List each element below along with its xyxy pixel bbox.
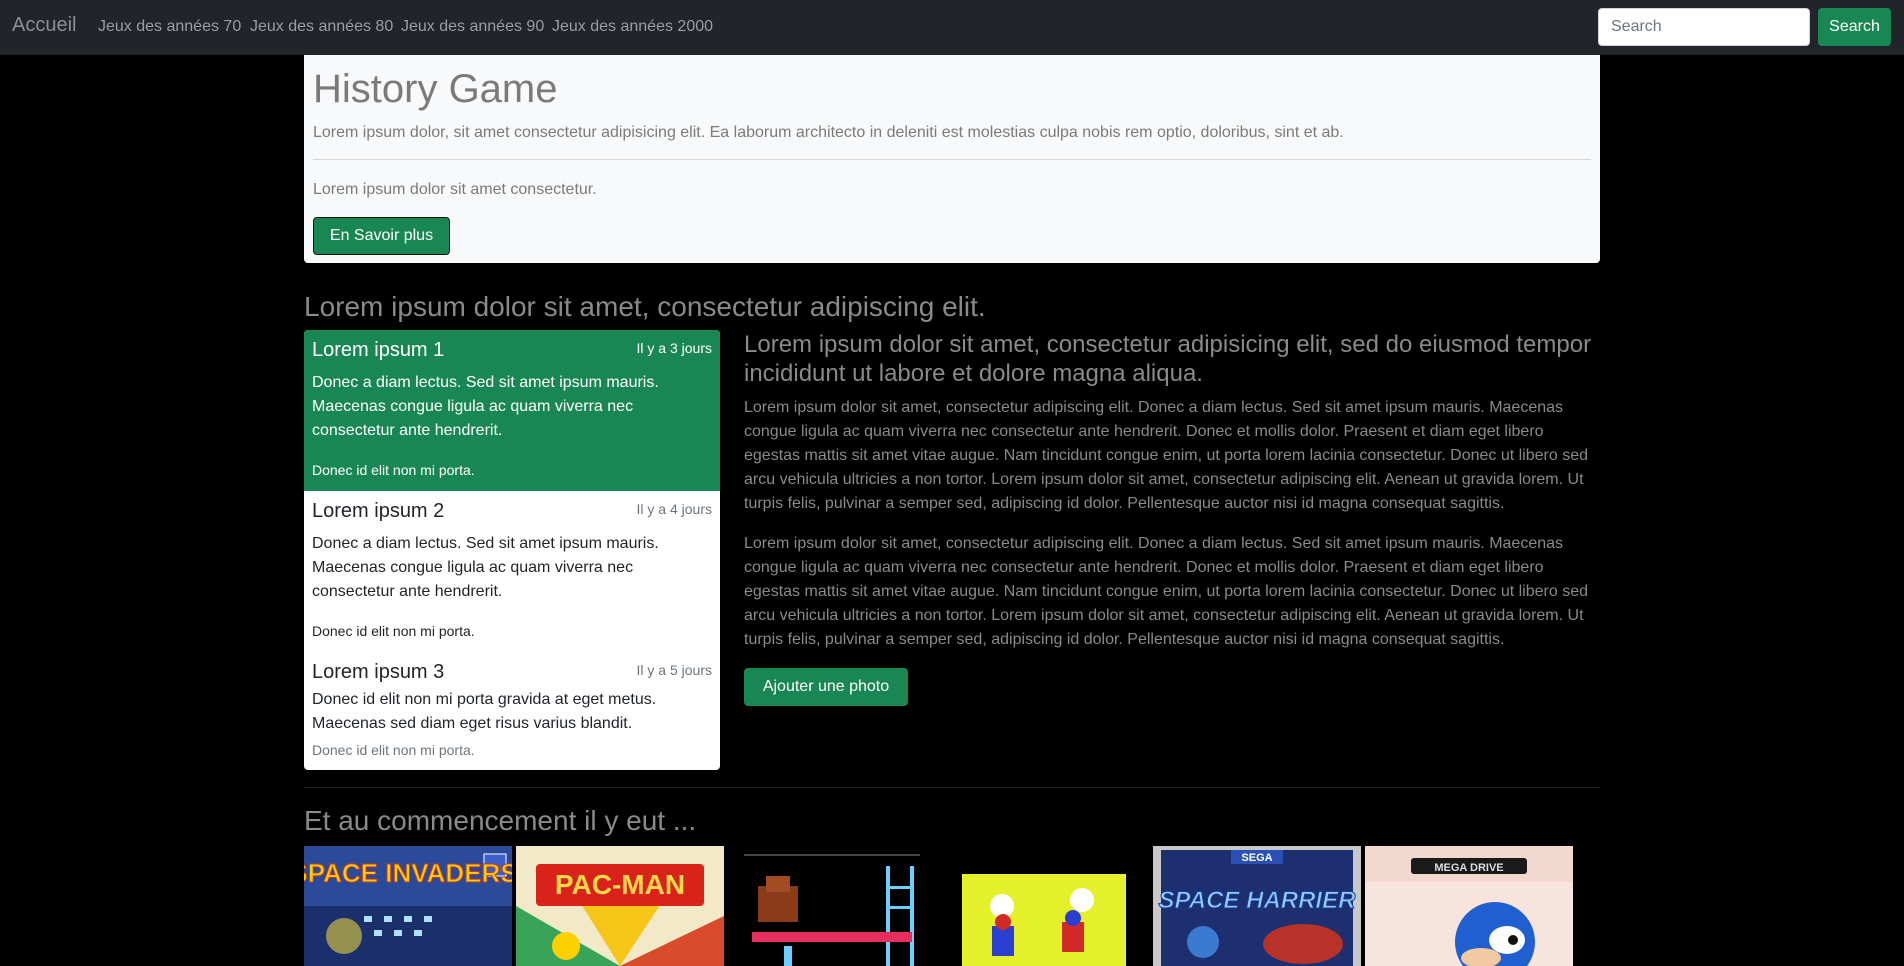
article-heading: Lorem ipsum dolor sit amet, consectetur … — [744, 331, 1592, 387]
mega-drive-logo: MEGA DRIVE — [1434, 862, 1503, 874]
nav-link-90s[interactable]: Jeux des années 90 — [401, 18, 544, 36]
news-list: Lorem ipsum 1 Il y a 3 jours Donec a dia… — [304, 330, 720, 770]
list-item-1[interactable]: Lorem ipsum 1 Il y a 3 jours Donec a dia… — [304, 330, 720, 491]
hero-lead-text: Lorem ipsum dolor, sit amet consectetur … — [313, 124, 1344, 141]
pac-man-logo: PAC-MAN — [555, 869, 685, 900]
list-item-note: Donec id elit non mi porta. — [312, 462, 475, 478]
brand-link[interactable]: Accueil — [12, 14, 76, 37]
donkey-kong-cover[interactable] — [744, 846, 920, 966]
article-paragraph-1: Lorem ipsum dolor sit amet, consectetur … — [744, 399, 1588, 512]
list-item-title: Lorem ipsum 2 — [312, 500, 445, 522]
top-navbar: Accueil Jeux des années 70 Jeux des anné… — [0, 0, 1904, 55]
search-button[interactable]: Search — [1818, 8, 1891, 46]
search-input[interactable] — [1598, 8, 1810, 46]
list-item-3[interactable]: Lorem ipsum 3 Il y a 5 jours Donec id el… — [304, 652, 720, 770]
learn-more-button[interactable]: En Savoir plus — [313, 217, 450, 255]
svg-text:SEGA: SEGA — [1241, 852, 1272, 864]
section-divider — [304, 787, 1600, 788]
list-item-text: Donec a diam lectus. Sed sit amet ipsum … — [312, 535, 659, 600]
page-title: History Game — [313, 67, 558, 111]
hero-jumbotron: History Game Lorem ipsum dolor, sit amet… — [304, 55, 1600, 263]
nav-link-70s[interactable]: Jeux des années 70 — [98, 18, 241, 36]
sonic-mega-drive-cover[interactable]: MEGA DRIVE — [1365, 846, 1573, 966]
list-item-title: Lorem ipsum 3 — [312, 661, 445, 683]
pac-man-cover[interactable]: PAC-MAN — [516, 846, 724, 966]
hero-divider — [313, 159, 1591, 160]
article-paragraph-2: Lorem ipsum dolor sit amet, consectetur … — [744, 535, 1588, 648]
list-item-time: Il y a 3 jours — [636, 340, 712, 356]
nav-link-80s[interactable]: Jeux des années 80 — [250, 18, 393, 36]
list-item-2[interactable]: Lorem ipsum 2 Il y a 4 jours Donec a dia… — [304, 491, 720, 652]
nav-link-2000s[interactable]: Jeux des années 2000 — [552, 18, 713, 36]
list-item-time: Il y a 5 jours — [636, 662, 712, 678]
add-photo-button[interactable]: Ajouter une photo — [744, 668, 908, 706]
list-item-text: Donec id elit non mi porta gravida at eg… — [312, 691, 657, 732]
space-invaders-cover[interactable]: SPACE INVADERS — [304, 846, 512, 966]
list-item-title: Lorem ipsum 1 — [312, 339, 445, 361]
space-invaders-logo: SPACE INVADERS — [304, 858, 512, 888]
list-item-time: Il y a 4 jours — [636, 501, 712, 517]
space-harrier-cover[interactable]: SEGA SPACE HARRIER — [1153, 846, 1361, 966]
list-item-note: Donec id elit non mi porta. — [312, 742, 475, 758]
hero-text: Lorem ipsum dolor sit amet consectetur. — [313, 181, 597, 198]
list-item-note: Donec id elit non mi porta. — [312, 623, 475, 639]
mario-bros-cover[interactable] — [962, 846, 1126, 966]
section-heading: Lorem ipsum dolor sit amet, consectetur … — [304, 291, 986, 322]
space-harrier-logo: SPACE HARRIER — [1159, 887, 1357, 914]
list-item-text: Donec a diam lectus. Sed sit amet ipsum … — [312, 374, 659, 439]
gallery-heading: Et au commencement il y eut ... — [304, 805, 697, 836]
